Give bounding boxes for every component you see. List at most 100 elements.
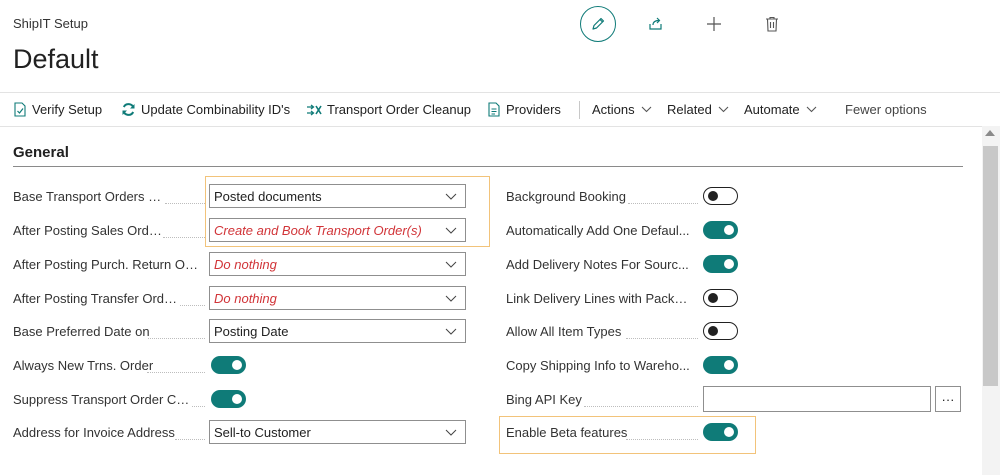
toggle-knob: [724, 225, 734, 235]
automate-menu[interactable]: Automate: [744, 93, 817, 126]
assist-edit-button[interactable]: ···: [935, 386, 961, 412]
section-title-general[interactable]: General: [13, 144, 69, 161]
verify-setup-button[interactable]: Verify Setup: [13, 93, 102, 126]
action-bar-divider: [579, 101, 580, 119]
allow-all-item-types-toggle[interactable]: [703, 322, 738, 340]
section-divider: [13, 166, 963, 167]
field-label: Always New Trns. Order: [13, 358, 154, 373]
field-label: Automatically Add One Defaul...: [506, 223, 690, 238]
related-menu[interactable]: Related: [667, 93, 729, 126]
chevron-down-icon: [445, 429, 457, 436]
field-copy-shipping-info: Copy Shipping Info to Wareho...: [490, 349, 970, 382]
suppress-transport-order-toggle[interactable]: [211, 390, 246, 408]
field-always-new-trns-order: Always New Trns. Order: [0, 349, 480, 382]
new-button[interactable]: [696, 6, 732, 42]
field-base-preferred-date: Base Preferred Date on Posting Date: [0, 315, 480, 348]
after-posting-purch-select[interactable]: Do nothing: [209, 252, 466, 276]
auto-add-default-toggle[interactable]: [703, 221, 738, 239]
field-after-posting-purch-return: After Posting Purch. Return Or... Do not…: [0, 248, 480, 281]
after-posting-transfer-select[interactable]: Do nothing: [209, 286, 466, 310]
verify-setup-label: Verify Setup: [32, 102, 103, 117]
refresh-icon: [122, 103, 135, 116]
related-menu-label: Related: [667, 102, 712, 117]
chevron-down-icon: [641, 106, 652, 113]
fewer-options-button[interactable]: Fewer options: [845, 93, 927, 126]
leader-dots: [628, 202, 698, 204]
scrollbar-thumb[interactable]: [983, 146, 998, 386]
field-background-booking: Background Booking: [490, 180, 970, 213]
field-label: Bing API Key: [506, 392, 582, 407]
highlight-box: [499, 416, 756, 454]
chevron-down-icon: [445, 261, 457, 268]
automate-menu-label: Automate: [744, 102, 800, 117]
field-after-posting-transfer-orders: After Posting Transfer Orders Do nothing: [0, 282, 480, 315]
actions-menu-label: Actions: [592, 102, 635, 117]
toggle-knob: [724, 360, 734, 370]
field-label: Base Preferred Date on: [13, 324, 150, 339]
update-combinability-button[interactable]: Update Combinability ID's: [121, 93, 290, 126]
providers-label: Providers: [506, 102, 561, 117]
actions-menu[interactable]: Actions: [592, 93, 652, 126]
update-combinability-label: Update Combinability ID's: [141, 102, 291, 117]
field-bing-api-key: Bing API Key ···: [490, 383, 970, 416]
chevron-down-icon: [718, 106, 729, 113]
leader-dots: [175, 438, 205, 440]
bing-api-key-input[interactable]: [703, 386, 931, 412]
toggle-knob: [708, 191, 718, 201]
leader-dots: [165, 202, 205, 204]
field-label: Allow All Item Types: [506, 324, 622, 339]
field-label: Link Delivery Lines with Packa...: [506, 291, 692, 306]
field-link-delivery-lines: Link Delivery Lines with Packa...: [490, 282, 970, 315]
field-auto-add-default: Automatically Add One Defaul...: [490, 214, 970, 247]
field-label: After Posting Transfer Orders: [13, 291, 181, 306]
field-label: Base Transport Orders On: [13, 189, 165, 204]
leader-dots: [163, 236, 205, 238]
leader-dots: [584, 405, 698, 407]
chevron-down-icon: [445, 295, 457, 302]
trash-icon: [766, 16, 778, 32]
field-label: Add Delivery Notes For Sourc...: [506, 257, 689, 272]
delete-button[interactable]: [754, 6, 790, 42]
leader-dots: [147, 371, 205, 373]
field-label: Address for Invoice Address: [13, 425, 175, 440]
add-delivery-notes-toggle[interactable]: [703, 255, 738, 273]
field-add-delivery-notes: Add Delivery Notes For Sourc...: [490, 248, 970, 281]
edit-button[interactable]: [580, 6, 616, 42]
page-title: Default: [13, 44, 99, 74]
toggle-knob: [708, 293, 718, 303]
toggle-knob: [724, 259, 734, 269]
select-value: Do nothing: [214, 256, 277, 272]
pencil-icon: [592, 17, 605, 30]
field-allow-all-item-types: Allow All Item Types: [490, 315, 970, 348]
field-address-for-invoice: Address for Invoice Address Sell-to Cust…: [0, 416, 480, 449]
fewer-options-label: Fewer options: [845, 102, 927, 117]
copy-shipping-info-toggle[interactable]: [703, 356, 738, 374]
base-preferred-date-select[interactable]: Posting Date: [209, 319, 466, 343]
leader-dots: [192, 405, 205, 407]
background-booking-toggle[interactable]: [703, 187, 738, 205]
header-actions: [580, 6, 812, 42]
chevron-down-icon: [445, 328, 457, 335]
document-check-icon: [14, 102, 26, 117]
highlight-box: [205, 176, 490, 247]
chevron-down-icon: [806, 106, 817, 113]
providers-button[interactable]: Providers: [487, 93, 561, 126]
select-value: Do nothing: [214, 290, 277, 306]
leader-dots: [626, 337, 698, 339]
leader-dots: [180, 304, 205, 306]
transport-order-cleanup-label: Transport Order Cleanup: [327, 102, 472, 117]
address-for-invoice-select[interactable]: Sell-to Customer: [209, 420, 466, 444]
field-suppress-transport-order: Suppress Transport Order Cre...: [0, 383, 480, 416]
field-label: Suppress Transport Order Cre...: [13, 392, 193, 407]
toggle-knob: [232, 360, 242, 370]
always-new-trns-order-toggle[interactable]: [211, 356, 246, 374]
transport-order-cleanup-button[interactable]: Transport Order Cleanup: [306, 93, 471, 126]
action-bar: Verify Setup Update Combinability ID's T…: [0, 92, 1000, 127]
toggle-knob: [708, 326, 718, 336]
link-delivery-lines-toggle[interactable]: [703, 289, 738, 307]
field-label: Copy Shipping Info to Wareho...: [506, 358, 690, 373]
share-button[interactable]: [638, 6, 674, 42]
scroll-up-icon[interactable]: [985, 130, 995, 136]
field-label: After Posting Purch. Return Or...: [13, 257, 198, 272]
select-value: Posting Date: [214, 323, 289, 339]
